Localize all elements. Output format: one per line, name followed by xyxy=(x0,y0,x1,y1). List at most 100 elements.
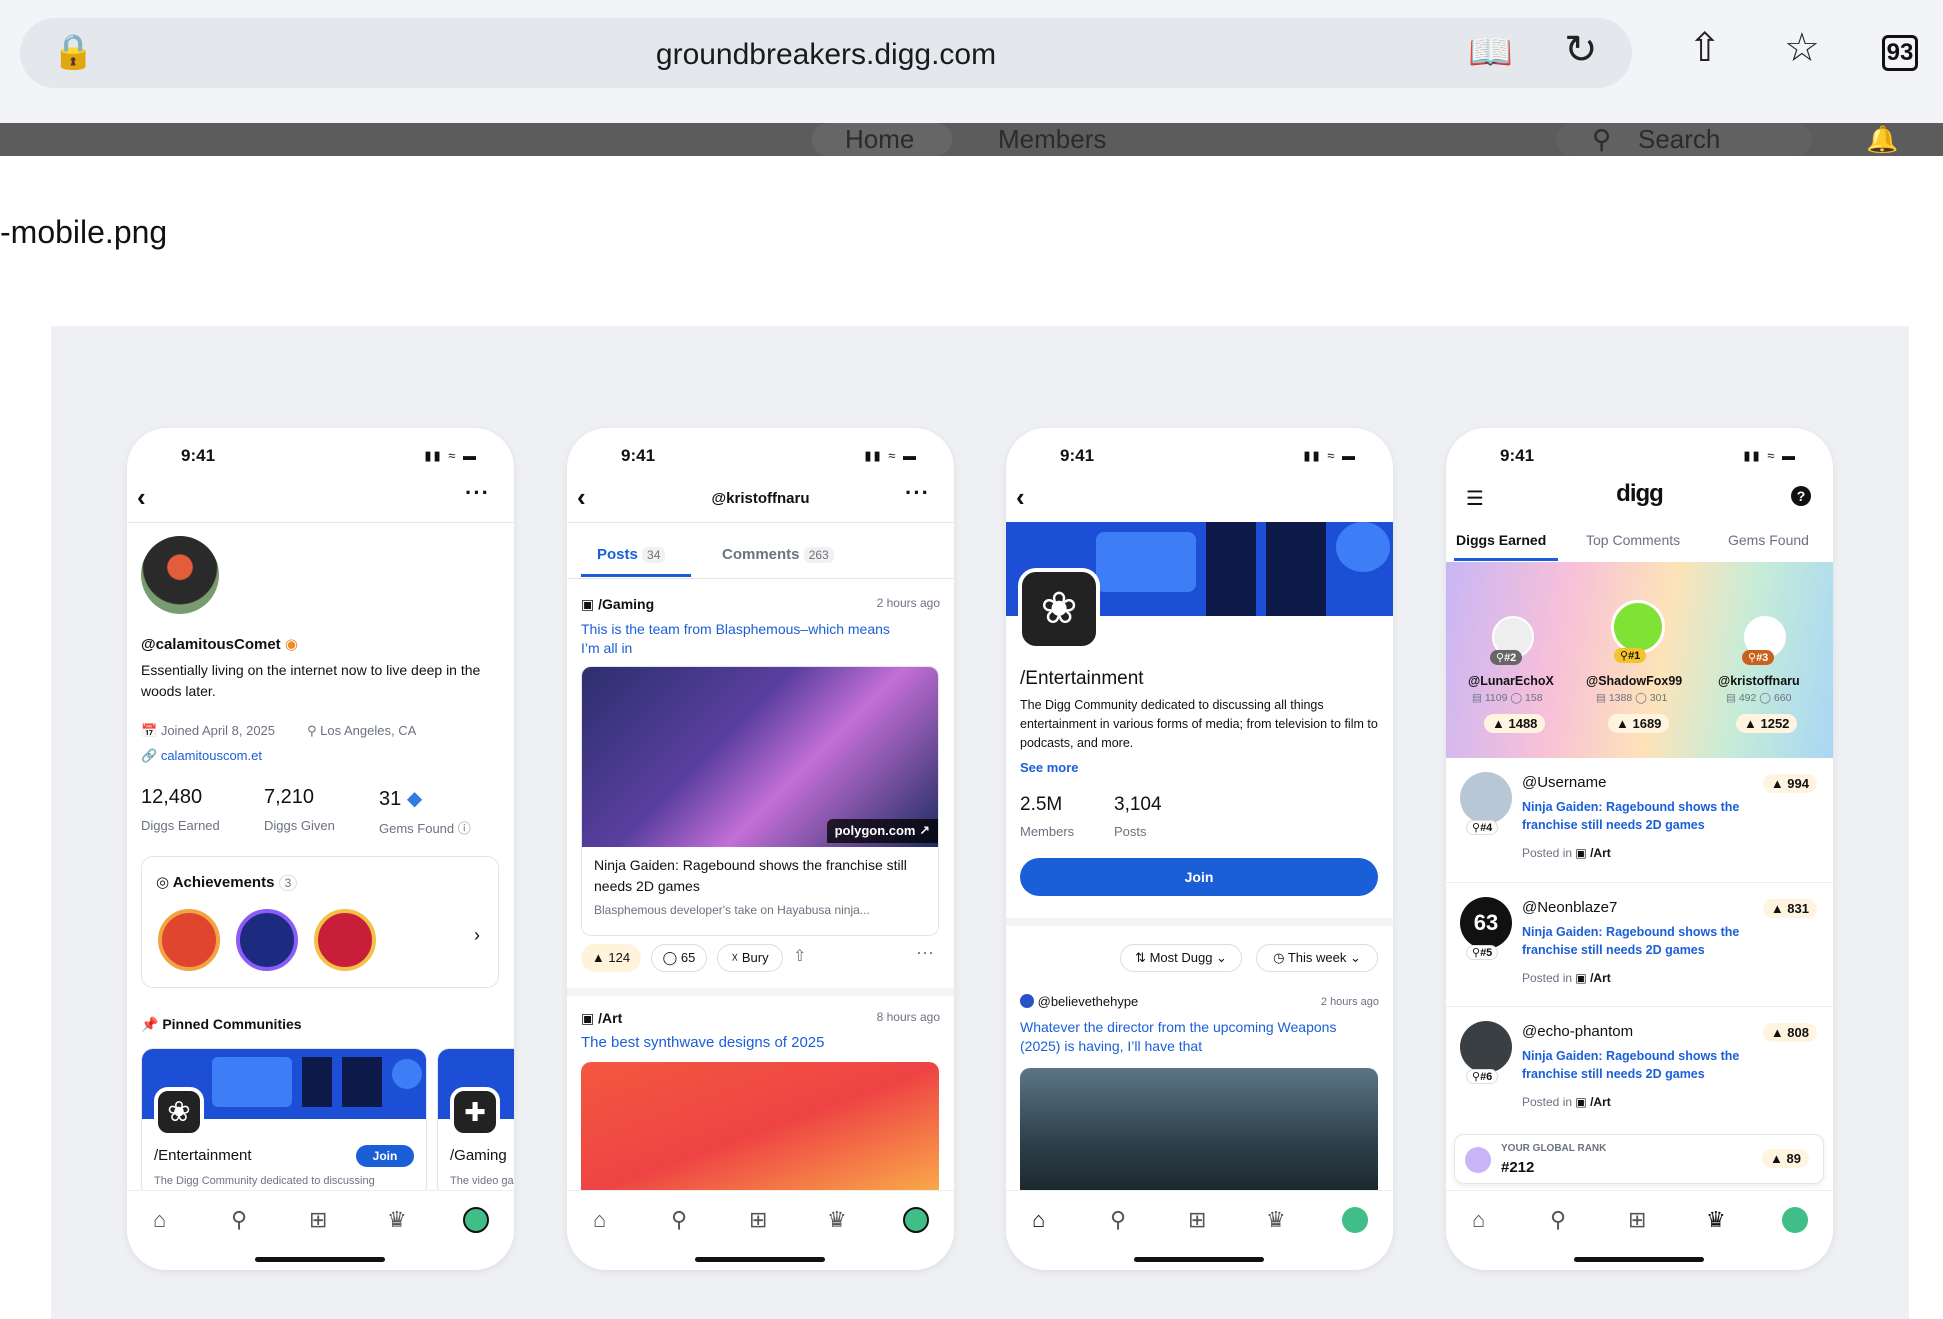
home-indicator xyxy=(1574,1257,1704,1262)
source-badge[interactable]: polygon.com ↗ xyxy=(826,819,938,843)
profile-tab-avatar[interactable] xyxy=(1782,1207,1808,1233)
row-user[interactable]: @Neonblaze7 xyxy=(1522,899,1617,916)
podium-user-1[interactable]: @ShadowFox99 xyxy=(1586,674,1682,688)
url-text[interactable]: groundbreakers.digg.com xyxy=(20,38,1632,72)
status-time: 9:41 xyxy=(621,446,656,465)
status-time: 9:41 xyxy=(1060,446,1095,465)
home-icon[interactable]: ⌂ xyxy=(1032,1207,1045,1233)
trophy-icon[interactable]: ♛ xyxy=(387,1207,407,1233)
site-search-label[interactable]: Search xyxy=(1638,124,1720,155)
post2-image[interactable] xyxy=(581,1062,939,1202)
achievement-badge-star-icon[interactable] xyxy=(314,909,376,971)
search-icon[interactable]: ⚲ xyxy=(231,1207,247,1233)
add-post-icon[interactable]: ⊞ xyxy=(749,1207,767,1233)
stat-diggs-given-value: 7,210 xyxy=(264,786,315,808)
tab-gems-found[interactable]: Gems Found xyxy=(1728,532,1809,548)
trophy-icon[interactable]: ♛ xyxy=(1266,1207,1286,1233)
back-chevron-icon[interactable]: ‹ xyxy=(1016,482,1025,513)
row-user[interactable]: @Username xyxy=(1522,774,1606,791)
row-title[interactable]: Ninja Gaiden: Ragebound shows the franch… xyxy=(1522,1047,1772,1083)
back-chevron-icon[interactable]: ‹ xyxy=(137,482,146,513)
joined-date: 📅 Joined April 8, 2025 xyxy=(141,723,276,738)
add-post-icon[interactable]: ⊞ xyxy=(1188,1207,1206,1233)
home-icon[interactable]: ⌂ xyxy=(1472,1207,1485,1233)
post2-title[interactable]: The best synthwave designs of 2025 xyxy=(581,1034,825,1051)
tab-comments[interactable]: Comments 263 xyxy=(722,546,834,563)
search-icon[interactable]: ⚲ xyxy=(1110,1207,1126,1233)
posts-header-title: @kristoffnaru xyxy=(711,490,810,507)
post1-link-card[interactable]: polygon.com ↗ Ninja Gaiden: Ragebound sh… xyxy=(581,666,939,936)
profile-avatar[interactable] xyxy=(141,536,219,614)
bottom-tab-bar: ⌂ ⚲ ⊞ ♛ xyxy=(567,1190,954,1270)
tab-top-comments[interactable]: Top Comments xyxy=(1586,532,1680,548)
row-user[interactable]: @echo-phantom xyxy=(1522,1023,1633,1040)
see-more-link[interactable]: See more xyxy=(1020,760,1079,775)
search-icon[interactable]: ⚲ xyxy=(671,1207,687,1233)
stat-gems-label: Gems Found ⓘ xyxy=(379,821,471,836)
podium-user-3[interactable]: @kristoffnaru xyxy=(1718,674,1800,688)
status-time: 9:41 xyxy=(181,446,216,465)
podium-avatar-1[interactable] xyxy=(1611,600,1665,654)
more-options-icon[interactable]: ··· xyxy=(905,480,930,506)
home-icon[interactable]: ⌂ xyxy=(153,1207,166,1233)
profile-tab-avatar[interactable] xyxy=(463,1207,489,1233)
add-post-icon[interactable]: ⊞ xyxy=(1628,1207,1646,1233)
post1-community[interactable]: ▣ /Gaming xyxy=(581,596,654,613)
share-icon[interactable]: ⇧ xyxy=(1688,28,1722,68)
row-title[interactable]: Ninja Gaiden: Ragebound shows the franch… xyxy=(1522,923,1772,959)
leader-row-4[interactable]: ⚲#4 @Username ▲ 994 Ninja Gaiden: Ragebo… xyxy=(1446,758,1833,882)
address-bar[interactable]: 🔒 groundbreakers.digg.com 📖 ↻ xyxy=(20,18,1632,88)
post-user[interactable]: @believethehype xyxy=(1020,994,1138,1009)
row-diggs: ▲ 994 xyxy=(1762,774,1817,793)
bookmark-star-icon[interactable]: ☆ xyxy=(1784,28,1820,68)
tab-diggs-earned[interactable]: Diggs Earned xyxy=(1456,532,1546,548)
post-more-icon[interactable]: ··· xyxy=(916,942,934,963)
bury-button[interactable]: ☓ Bury xyxy=(717,944,783,972)
profile-tab-avatar[interactable] xyxy=(1342,1207,1368,1233)
achievements-card[interactable]: ◎ Achievements 3 › xyxy=(141,856,499,988)
home-icon[interactable]: ⌂ xyxy=(593,1207,606,1233)
podium-user-2[interactable]: @LunarEchoX xyxy=(1468,674,1554,688)
phone-user-posts: 9:41 ▮▮ ≈ ▬ ‹ @kristoffnaru ··· Posts 34… xyxy=(567,428,954,1270)
row-posted: Posted in ▣ /Art xyxy=(1522,971,1611,985)
add-post-icon[interactable]: ⊞ xyxy=(309,1207,327,1233)
reload-icon[interactable]: ↻ xyxy=(1564,30,1598,70)
nav-members-link[interactable]: Members xyxy=(998,124,1106,155)
tab-count-button[interactable]: 93 xyxy=(1882,35,1918,71)
sort-dropdown[interactable]: ⇅ Most Dugg ⌄ xyxy=(1120,944,1242,972)
achievements-chevron-icon[interactable]: › xyxy=(474,925,480,946)
search-icon[interactable]: ⚲ xyxy=(1550,1207,1566,1233)
community-join-button[interactable]: Join xyxy=(1020,858,1378,896)
time-range-dropdown[interactable]: ◷ This week ⌄ xyxy=(1256,944,1378,972)
leader-row-6[interactable]: ⚲#6 @echo-phantom ▲ 808 Ninja Gaiden: Ra… xyxy=(1446,1006,1833,1130)
nav-home-link[interactable]: Home xyxy=(845,124,914,155)
post1-title[interactable]: This is the team from Blasphemous–which … xyxy=(581,620,911,658)
profile-tab-avatar[interactable] xyxy=(903,1207,929,1233)
bottom-tab-bar: ⌂ ⚲ ⊞ ♛ xyxy=(1006,1190,1393,1270)
row-title[interactable]: Ninja Gaiden: Ragebound shows the franch… xyxy=(1522,798,1772,834)
post2-community[interactable]: ▣ /Art xyxy=(581,1010,622,1027)
comment-button[interactable]: ◯ 65 xyxy=(651,944,707,972)
members-value: 2.5M xyxy=(1020,794,1063,815)
profile-link[interactable]: 🔗 calamitouscom.et xyxy=(141,748,262,764)
trophy-icon[interactable]: ♛ xyxy=(1706,1207,1726,1233)
global-rank-card[interactable]: YOUR GLOBAL RANK #212 ▲ 89 xyxy=(1454,1134,1824,1184)
post-title[interactable]: Whatever the director from the upcoming … xyxy=(1020,1018,1350,1056)
help-icon[interactable]: ? xyxy=(1791,486,1811,506)
reader-audio-icon[interactable]: 📖 xyxy=(1468,32,1513,72)
digg-button[interactable]: ▲ 124 xyxy=(581,944,641,972)
pinned-card-gaming[interactable]: ✚ /Gaming The video ga xyxy=(437,1048,514,1198)
digg-logo[interactable]: digg xyxy=(1446,480,1833,508)
achievement-badge-calendar-icon[interactable] xyxy=(158,909,220,971)
pinned-card-entertainment[interactable]: ❀ /Entertainment Join The Digg Community… xyxy=(141,1048,427,1198)
leader-row-5[interactable]: 63 ⚲#5 @Neonblaze7 ▲ 831 Ninja Gaiden: R… xyxy=(1446,882,1833,1006)
more-options-icon[interactable]: ··· xyxy=(465,480,490,506)
achievement-badge-hourglass-icon[interactable] xyxy=(236,909,298,971)
pinned-join-button[interactable]: Join xyxy=(356,1145,414,1167)
trophy-icon[interactable]: ♛ xyxy=(827,1207,847,1233)
tab-posts[interactable]: Posts 34 xyxy=(597,546,666,563)
share-icon[interactable]: ⇧ xyxy=(793,946,806,966)
status-bar: 9:41 ▮▮ ≈ ▬ xyxy=(1006,446,1393,468)
post-image[interactable] xyxy=(1020,1068,1378,1198)
notification-bell-icon[interactable]: 🔔 xyxy=(1866,124,1898,155)
